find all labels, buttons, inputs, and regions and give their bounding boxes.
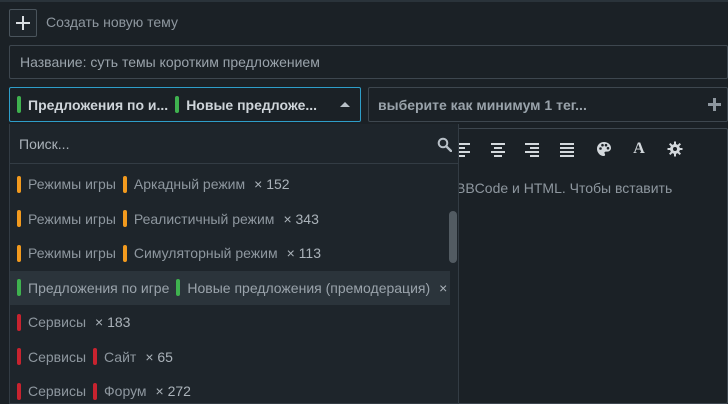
tag-option-group: Режимы игры <box>17 210 116 227</box>
tag-color-marker <box>176 279 181 296</box>
tag-option-count: × <box>439 279 448 296</box>
tag-color-marker <box>17 210 21 227</box>
tag-color-marker <box>122 244 127 262</box>
tag-color-marker <box>17 279 21 296</box>
settings-icon[interactable] <box>667 141 683 157</box>
tag-color-marker <box>17 175 21 193</box>
tag-option[interactable]: Сервисы Форум × 272 <box>10 374 450 403</box>
tag-color-marker <box>17 96 21 113</box>
tag-option-group-label: Режимы игры <box>28 245 116 261</box>
tag-select[interactable]: Предложения по и... Новые предложе... <box>9 87 361 122</box>
tag-option-subtag: Аркадный режим <box>122 175 246 193</box>
tag-search-row <box>10 124 458 164</box>
add-tag-icon[interactable] <box>708 98 721 111</box>
tag-color-marker <box>122 175 127 193</box>
tag-option[interactable]: Сервисы Сайт × 65 <box>10 340 450 374</box>
tag-option-subtag-label: Сайт <box>104 348 137 365</box>
tag-option-group-label: Предложения по игре <box>28 279 170 296</box>
tag-option-subtag: Новые предложения (премодерация) <box>176 279 430 296</box>
tag-option[interactable]: Предложения по игре Новые предложения (пр… <box>10 270 450 305</box>
tag-input-box <box>368 87 728 122</box>
tag-search-input[interactable] <box>10 124 430 164</box>
align-justify-icon[interactable] <box>559 141 575 157</box>
tag-option-count: × 183 <box>95 314 131 330</box>
tag-option-subtag-label: Реалистичный режим <box>133 210 275 227</box>
tag-option-subtag-label: Симуляторный режим <box>133 245 278 261</box>
tag-option-subtag: Сайт <box>93 348 136 365</box>
tag-option-group: Режимы игры <box>17 244 116 262</box>
create-topic-label[interactable]: Создать новую тему <box>46 14 178 30</box>
tag-color-marker <box>122 210 127 227</box>
create-topic-button[interactable] <box>9 9 37 37</box>
tag-option[interactable]: Сервисы × 183 <box>10 305 450 339</box>
tag-input[interactable] <box>369 88 689 121</box>
selected-tag-label: Новые предложе... <box>186 96 318 113</box>
tag-option-subtag-label: Аркадный режим <box>133 176 246 192</box>
tag-color-marker <box>17 382 21 400</box>
tag-dropdown: Режимы игрыАркадный режим× 152Режимы игр… <box>9 124 459 404</box>
tag-option-group: Сервисы <box>17 382 87 400</box>
tag-color-marker <box>17 244 21 262</box>
tag-color-marker <box>17 348 21 365</box>
tag-option-group-label: Сервисы <box>28 348 87 365</box>
selected-tag-label: Предложения по и... <box>28 96 169 113</box>
editor-placeholder: BBCode и HTML. Чтобы вставить <box>456 180 673 196</box>
tag-color-marker <box>93 348 98 365</box>
tag-option-subtag-label: Новые предложения (премодерация) <box>187 279 431 296</box>
tag-option-count: × 272 <box>155 383 191 399</box>
tag-option-count: × 343 <box>283 210 319 227</box>
tag-option-group-label: Сервисы <box>28 383 87 399</box>
tag-color-marker <box>93 382 98 400</box>
tag-option-subtag: Форум <box>93 382 147 400</box>
align-center-icon[interactable] <box>490 141 506 157</box>
palette-icon[interactable] <box>596 141 612 157</box>
align-right-icon[interactable] <box>524 141 540 157</box>
tag-option-group: Предложения по игре <box>17 279 169 296</box>
tag-option-subtag: Реалистичный режим <box>122 210 275 227</box>
tag-option-subtag-label: Форум <box>104 383 147 399</box>
tag-option-group-label: Режимы игры <box>28 210 116 227</box>
tag-option-group: Сервисы <box>17 313 87 331</box>
caret-up-icon[interactable] <box>340 102 350 107</box>
tag-color-marker <box>175 96 180 113</box>
tag-option-count: × 152 <box>254 176 290 192</box>
tag-option[interactable]: Режимы игры Реалистичный режим × 343 <box>10 202 450 236</box>
tag-option-group: Режимы игры <box>17 175 116 193</box>
tag-option-group: Сервисы <box>17 348 86 365</box>
tag-option-count: × 65 <box>145 348 173 365</box>
dropdown-scrollbar[interactable] <box>449 211 457 263</box>
tag-option[interactable]: Режимы игры Аркадный режим × 152 <box>10 167 450 201</box>
selected-tag-chip[interactable]: Предложения по и... <box>17 96 168 113</box>
topic-title-input[interactable] <box>9 45 728 79</box>
selected-tag-chip[interactable]: Новые предложе... <box>175 96 317 113</box>
tag-option-group-label: Сервисы <box>28 314 87 330</box>
tag-color-marker <box>17 313 21 331</box>
tag-option[interactable]: Режимы игры Симуляторный режим × 113 <box>10 236 450 270</box>
tag-option-count: × 113 <box>286 245 321 261</box>
top-divider <box>0 0 728 2</box>
font-icon[interactable]: A <box>631 141 647 157</box>
tag-option-subtag: Симуляторный режим <box>122 244 278 262</box>
search-icon[interactable] <box>437 137 453 153</box>
plus-icon <box>16 16 30 30</box>
tag-option-group-label: Режимы игры <box>28 176 116 192</box>
